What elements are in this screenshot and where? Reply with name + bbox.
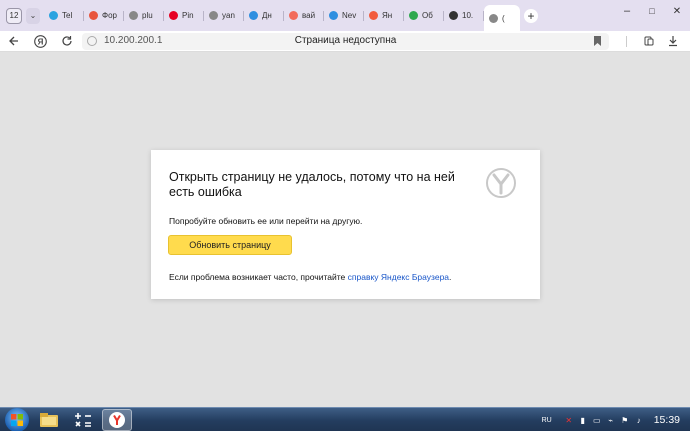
tab-favicon-icon xyxy=(129,11,138,20)
tab-label: ( xyxy=(502,13,505,23)
yandex-home-icon[interactable]: Я xyxy=(32,33,48,49)
tab-4[interactable]: yan xyxy=(204,5,244,27)
volume-icon[interactable]: ♪ xyxy=(634,415,644,425)
file-explorer-icon[interactable] xyxy=(34,409,64,431)
taskbar: RU ✕ ▮ ▭ ⌁ ⚑ ♪ 15:39 xyxy=(0,407,690,431)
help-text: Если проблема возникает часто, прочитайт… xyxy=(169,272,451,282)
windows-logo-icon xyxy=(11,414,23,426)
tab-3[interactable]: Pin xyxy=(164,5,204,27)
tab-label: plu xyxy=(142,11,153,20)
tab-list-chevron-icon[interactable]: ⌄ xyxy=(26,7,40,24)
collections-icon[interactable] xyxy=(641,33,657,49)
browser-help-link[interactable]: справку Яндекс Браузера xyxy=(348,272,449,282)
restore-icon[interactable]: □ xyxy=(643,0,661,22)
tab-strip: 12 ⌄ Tel Фор plu Pin yan Дн вай Nev Ян Об 10. ( + xyxy=(0,0,690,31)
tab-favicon-icon xyxy=(249,11,258,20)
tab-favicon-icon xyxy=(49,11,58,20)
tab-count-badge[interactable]: 12 xyxy=(6,7,22,24)
language-indicator[interactable]: RU xyxy=(542,417,552,424)
svg-text:Я: Я xyxy=(37,37,43,46)
calculator-icon[interactable] xyxy=(68,409,98,431)
clock[interactable]: 15:39 xyxy=(654,414,680,426)
tab-label: Ян xyxy=(382,11,393,20)
back-arrow-icon[interactable] xyxy=(6,33,22,49)
tab-favicon-icon xyxy=(209,11,218,20)
help-prefix: Если проблема возникает часто, прочитайт… xyxy=(169,272,348,282)
tab-0[interactable]: Tel xyxy=(44,5,84,27)
tab-6[interactable]: вай xyxy=(284,5,324,27)
tab-1[interactable]: Фор xyxy=(84,5,124,27)
tab-favicon-icon xyxy=(409,11,418,20)
tab-label: Nev xyxy=(342,11,357,20)
help-suffix: . xyxy=(449,272,452,282)
tab-favicon-icon xyxy=(169,11,178,20)
tab-10[interactable]: 10. xyxy=(444,5,484,27)
tab-favicon-icon xyxy=(289,11,298,20)
tab-5[interactable]: Дн xyxy=(244,5,284,27)
tab-11[interactable]: ( xyxy=(484,5,520,31)
tab-label: 10. xyxy=(462,11,474,20)
tab-favicon-icon xyxy=(369,11,378,20)
yandex-browser-taskbar-icon[interactable] xyxy=(102,409,132,431)
tab-list: Tel Фор plu Pin yan Дн вай Nev Ян Об 10. ( xyxy=(44,0,520,31)
tab-8[interactable]: Ян xyxy=(364,5,404,27)
new-tab-button[interactable]: + xyxy=(524,8,538,23)
tab-2[interactable]: plu xyxy=(124,5,164,27)
tab-label: Фор xyxy=(102,11,117,20)
network-icon[interactable]: ✕ xyxy=(564,415,574,425)
tab-favicon-icon xyxy=(329,11,338,20)
tab-label: Дн xyxy=(262,11,272,20)
error-hint: Попробуйте обновить ее или перейти на др… xyxy=(169,216,363,226)
reload-icon[interactable] xyxy=(59,33,75,49)
divider xyxy=(626,36,627,47)
close-window-icon[interactable]: ✕ xyxy=(668,0,686,22)
page-title: Страница недоступна xyxy=(294,35,397,46)
display-icon[interactable]: ▭ xyxy=(592,415,602,425)
error-card: Открыть страницу не удалось, потому что … xyxy=(151,150,540,299)
address-bar: Я 10.200.200.1 Страница недоступна xyxy=(0,31,690,52)
omnibox[interactable]: 10.200.200.1 Страница недоступна xyxy=(82,33,609,50)
tab-9[interactable]: Об xyxy=(404,5,444,27)
tab-label: Pin xyxy=(182,11,194,20)
flag-icon[interactable]: ⚑ xyxy=(620,415,630,425)
yandex-browser-logo-icon xyxy=(485,167,517,199)
system-tray: RU ✕ ▮ ▭ ⌁ ⚑ ♪ 15:39 xyxy=(542,408,690,431)
start-button[interactable] xyxy=(5,408,29,431)
tab-favicon-icon xyxy=(89,11,98,20)
downloads-icon[interactable] xyxy=(665,33,681,49)
battery-icon[interactable]: ▮ xyxy=(578,415,588,425)
tab-label: yan xyxy=(222,11,235,20)
tab-label: Об xyxy=(422,11,433,20)
error-title: Открыть страницу не удалось, потому что … xyxy=(169,170,455,199)
tab-favicon-icon xyxy=(449,11,458,20)
tab-favicon-icon xyxy=(489,13,498,23)
reload-page-button[interactable]: Обновить страницу xyxy=(168,235,292,255)
usb-icon[interactable]: ⌁ xyxy=(606,415,616,425)
tab-7[interactable]: Nev xyxy=(324,5,364,27)
tab-label: вай xyxy=(302,11,316,20)
minimize-icon[interactable]: – xyxy=(618,0,636,22)
tab-label: Tel xyxy=(62,11,73,20)
